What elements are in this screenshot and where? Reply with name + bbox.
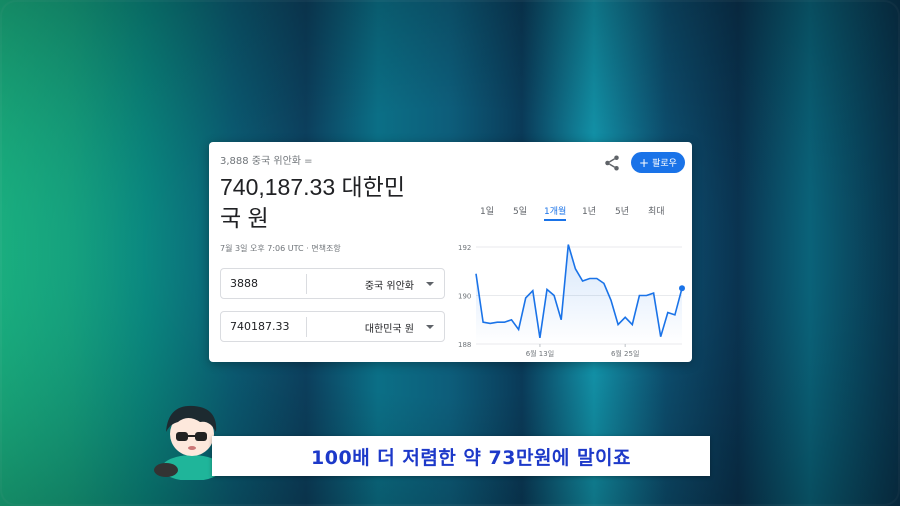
y-tick-label: 188 bbox=[458, 341, 471, 349]
chevron-down-icon[interactable] bbox=[426, 282, 434, 286]
conversion-result-line2: 국 원 bbox=[220, 205, 269, 231]
follow-button[interactable]: + 팔로우 bbox=[631, 152, 685, 173]
range-tabs: 1일 5일 1개월 1년 5년 최대 bbox=[479, 204, 679, 221]
to-currency-select[interactable]: 대한민국 원 bbox=[365, 320, 414, 335]
divider bbox=[306, 274, 307, 294]
y-tick-label: 192 bbox=[458, 244, 471, 252]
from-currency-row: 3888 중국 위안화 bbox=[220, 268, 445, 299]
tab-max[interactable]: 최대 bbox=[648, 204, 665, 217]
plus-icon: + bbox=[639, 155, 650, 170]
tab-1m[interactable]: 1개월 bbox=[544, 204, 567, 221]
tab-5d[interactable]: 5일 bbox=[513, 204, 527, 217]
chevron-down-icon[interactable] bbox=[426, 325, 434, 329]
conversion-subtitle: 3,888 중국 위안화 = bbox=[220, 156, 313, 167]
x-tick-label: 6월 13일 bbox=[526, 349, 554, 358]
share-icon[interactable] bbox=[603, 154, 621, 172]
caption-text: 100배 더 저렴한 약 73만원에 말이죠 bbox=[311, 446, 631, 469]
conversion-result-line1: 740,187.33 대한민 bbox=[220, 174, 405, 200]
exchange-rate-chart: 192 190 188 6월 13일 6월 25일 bbox=[458, 244, 685, 358]
tab-1y[interactable]: 1년 bbox=[582, 204, 596, 217]
conversion-result: 740,187.33 대한민 국 원 bbox=[220, 172, 450, 234]
to-amount-input[interactable]: 740187.33 bbox=[230, 320, 290, 333]
divider bbox=[306, 317, 307, 337]
tab-1d[interactable]: 1일 bbox=[480, 204, 494, 217]
to-currency-row: 740187.33 대한민국 원 bbox=[220, 311, 445, 342]
y-tick-label: 190 bbox=[458, 293, 471, 301]
tab-5y[interactable]: 5년 bbox=[615, 204, 629, 217]
from-currency-select[interactable]: 중국 위안화 bbox=[365, 277, 414, 292]
caption-banner: 100배 더 저렴한 약 73만원에 말이죠 bbox=[212, 436, 710, 476]
from-amount-input[interactable]: 3888 bbox=[230, 277, 258, 290]
x-tick-label: 6월 25일 bbox=[611, 349, 639, 358]
follow-label: 팔로우 bbox=[652, 159, 677, 169]
chart-last-point[interactable] bbox=[679, 285, 685, 292]
update-timestamp: 7월 3일 오후 7:06 UTC · 면책조항 bbox=[220, 244, 341, 253]
currency-converter-card: 3,888 중국 위안화 = 740,187.33 대한민 국 원 7월 3일 … bbox=[209, 142, 692, 362]
